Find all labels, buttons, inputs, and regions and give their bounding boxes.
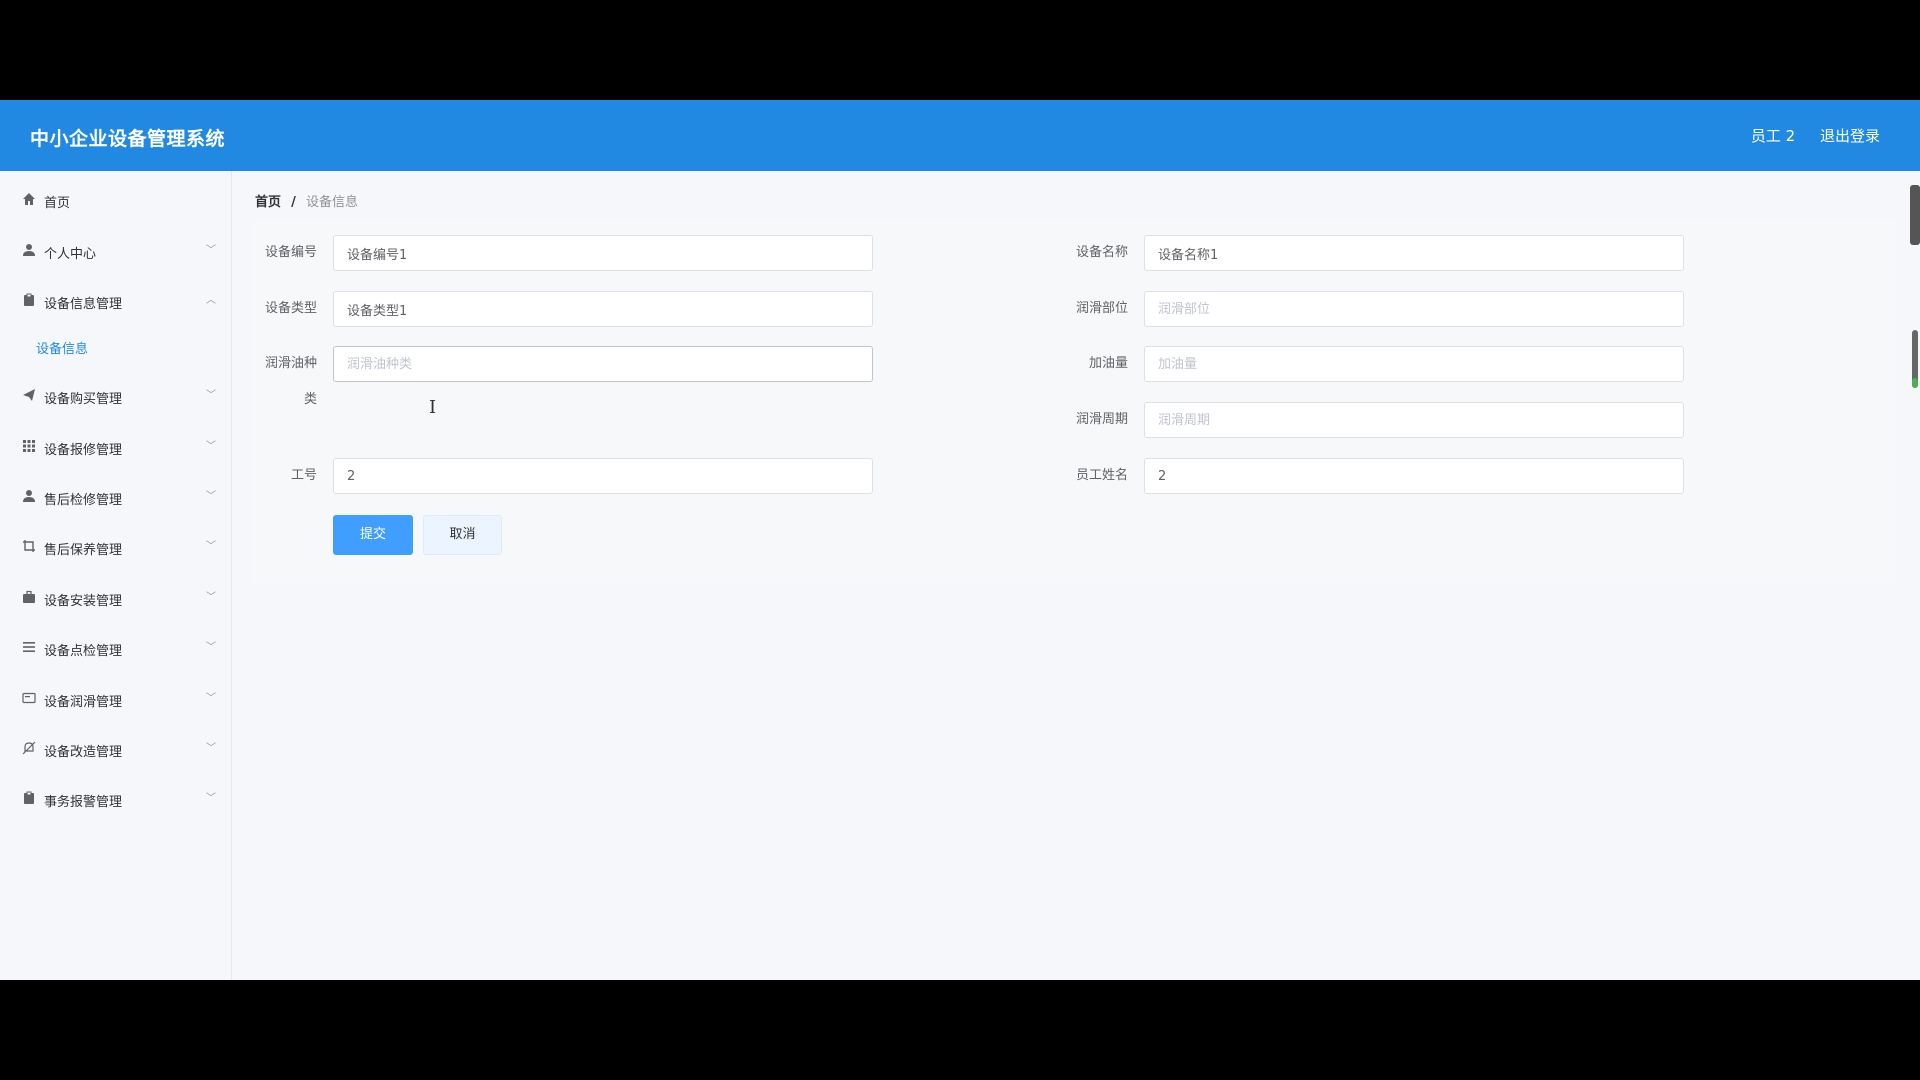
oil-type-label: 润滑油种 类 [251,353,317,411]
submit-button[interactable]: 提交 [333,515,413,555]
sidebar-item-device-info-mgmt[interactable]: 设备信息管理 ︿ [0,286,232,316]
sidebar-item-label: 设备信息管理 [44,297,123,312]
list-icon [22,640,36,654]
chevron-down-icon: ﹀ [206,793,216,804]
app-window: 中小企业设备管理系统 员工 2 退出登录 首页 个人中心 ﹀ 设备信息管理 ︿ [0,100,1920,980]
sidebar-item-label: 售后检修管理 [44,493,123,508]
device-name-label: 设备名称 [1075,245,1128,260]
main-content: 首页 / 设备信息 设备编号 设备名称 设备类型 润滑部位 润滑油种 类 加油量 [233,171,1920,980]
sidebar-item-personal-center[interactable]: 个人中心 ﹀ [0,236,232,266]
sidebar-item-after-sales-maintenance[interactable]: 售后保养管理 ﹀ [0,532,232,562]
oil-type-label-line2: 类 [303,392,317,407]
sidebar-item-label: 设备信息 [36,342,89,357]
emp-no-input[interactable] [333,458,873,494]
sidebar-item-label: 设备改造管理 [44,745,123,760]
sidebar-item-home[interactable]: 首页 [0,185,232,215]
sidebar-item-after-sales-repair[interactable]: 售后检修管理 ﹀ [0,482,232,512]
user-icon [22,489,36,503]
sidebar-item-alarm-mgmt[interactable]: 事务报警管理 ﹀ [0,784,232,814]
sidebar-item-lubrication-mgmt[interactable]: 设备润滑管理 ﹀ [0,684,232,714]
sidebar-item-label: 设备报修管理 [44,443,123,458]
sidebar-item-label: 事务报警管理 [44,795,123,810]
sidebar-item-label: 设备润滑管理 [44,695,123,710]
scrollbar-thumb[interactable] [1910,185,1920,245]
sidebar-item-device-info[interactable]: 设备信息 [0,331,232,361]
chevron-down-icon: ﹀ [206,441,216,452]
lube-part-label: 润滑部位 [1075,301,1128,316]
device-name-input[interactable] [1144,235,1684,271]
oil-type-input[interactable] [333,346,873,382]
sidebar-item-label: 设备安装管理 [44,594,123,609]
sidebar-item-inspection-mgmt[interactable]: 设备点检管理 ﹀ [0,633,232,663]
chevron-down-icon: ﹀ [206,642,216,653]
device-type-input[interactable] [333,291,873,327]
scrollbar-thumb-secondary[interactable] [1912,330,1918,388]
sidebar-item-modification-mgmt[interactable]: 设备改造管理 ﹀ [0,734,232,764]
chevron-down-icon: ﹀ [206,693,216,704]
lube-cycle-input[interactable] [1144,402,1684,438]
oil-amount-input[interactable] [1144,346,1684,382]
top-header: 中小企业设备管理系统 员工 2 退出登录 [0,100,1920,171]
sidebar: 首页 个人中心 ﹀ 设备信息管理 ︿ 设备信息 设备购买管理 ﹀ 设备报修管理 … [0,171,232,980]
chevron-down-icon: ﹀ [206,245,216,256]
app-title: 中小企业设备管理系统 [30,128,226,150]
briefcase-icon [22,590,36,604]
clipboard-icon [22,791,36,805]
send-icon [22,388,36,402]
sidebar-item-purchase-mgmt[interactable]: 设备购买管理 ﹀ [0,381,232,411]
cancel-button[interactable]: 取消 [423,515,502,555]
header-actions: 员工 2 退出登录 [1731,125,1880,146]
sidebar-item-label: 设备点检管理 [44,644,123,659]
emp-name-label: 员工姓名 [1075,468,1128,483]
card-icon [22,691,36,705]
chevron-down-icon: ﹀ [206,743,216,754]
lube-cycle-label: 润滑周期 [1075,412,1128,427]
lube-part-input[interactable] [1144,291,1684,327]
user-icon [22,243,36,257]
breadcrumb-current: 设备信息 [306,195,359,210]
emp-no-label: 工号 [290,468,317,483]
sidebar-item-install-mgmt[interactable]: 设备安装管理 ﹀ [0,583,232,613]
grid-icon [22,439,36,453]
oil-amount-label: 加油量 [1088,356,1128,371]
crop-icon [22,539,36,553]
chevron-up-icon: ︿ [206,295,216,306]
bell-off-icon [22,741,36,755]
emp-name-input[interactable] [1144,458,1684,494]
device-no-label: 设备编号 [264,245,317,260]
sidebar-item-label: 设备购买管理 [44,392,123,407]
current-user[interactable]: 员工 2 [1751,127,1795,145]
breadcrumb: 首页 / 设备信息 [255,191,358,210]
clipboard-icon [22,293,36,307]
logout-link[interactable]: 退出登录 [1820,127,1880,145]
device-no-input[interactable] [333,235,873,271]
sidebar-item-label: 售后保养管理 [44,543,123,558]
chevron-down-icon: ﹀ [206,390,216,401]
chevron-down-icon: ﹀ [206,541,216,552]
sidebar-item-repair-mgmt[interactable]: 设备报修管理 ﹀ [0,432,232,462]
device-type-label: 设备类型 [264,301,317,316]
breadcrumb-home[interactable]: 首页 [255,195,281,210]
oil-type-label-line1: 润滑油种 [264,356,317,371]
breadcrumb-separator: / [291,195,296,210]
chevron-down-icon: ﹀ [206,491,216,502]
chevron-down-icon: ﹀ [206,592,216,603]
device-form-card: 设备编号 设备名称 设备类型 润滑部位 润滑油种 类 加油量 润滑周期 工号 [251,219,1896,584]
sidebar-item-label: 个人中心 [44,247,97,262]
ibeam-cursor-icon: I [429,397,437,418]
sidebar-item-label: 首页 [44,196,71,211]
home-icon [22,192,36,206]
